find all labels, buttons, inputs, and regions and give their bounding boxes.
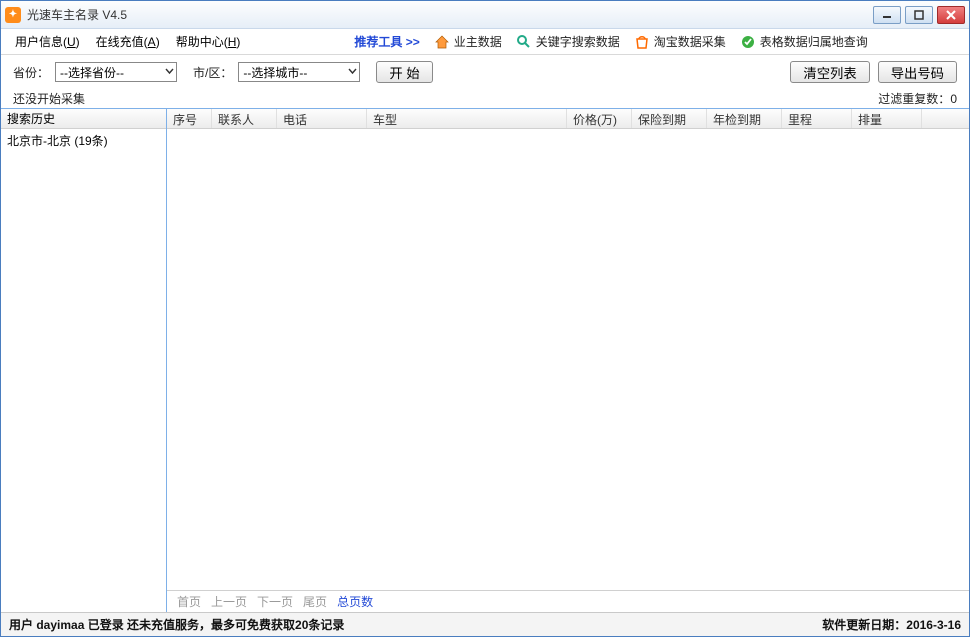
menu-help[interactable]: 帮助中心(H): [170, 30, 247, 53]
login-status-text: 用户 dayimaa 已登录 还未充值服务，最多可免费获取20条记录: [9, 616, 344, 633]
menubar: 用户信息(U) 在线充值(A) 帮助中心(H) 推荐工具 >> 业主数据 关键字…: [1, 29, 969, 55]
house-icon: [434, 34, 450, 50]
search-icon: [516, 34, 532, 50]
bottom-bar: 用户 dayimaa 已登录 还未充值服务，最多可免费获取20条记录 软件更新日…: [1, 612, 969, 636]
main-panel: 序号联系人电话车型价格(万)保险到期年检到期里程排量 首页 上一页 下一页 尾页…: [167, 109, 969, 612]
sheet-lookup-link[interactable]: 表格数据归属地查询: [740, 33, 868, 50]
grid-header: 序号联系人电话车型价格(万)保险到期年检到期里程排量: [167, 109, 969, 129]
province-label: 省份：: [13, 64, 49, 81]
window: ✦ 光速车主名录 V4.5 用户信息(U) 在线充值(A) 帮助中心(H) 推荐…: [0, 0, 970, 637]
column-header[interactable]: 里程: [782, 109, 852, 128]
content-area: 搜索历史 北京市-北京 (19条) 序号联系人电话车型价格(万)保险到期年检到期…: [1, 109, 969, 612]
clear-list-button[interactable]: 清空列表: [790, 61, 869, 83]
owner-data-link[interactable]: 业主数据: [434, 33, 502, 50]
column-header[interactable]: 年检到期: [707, 109, 782, 128]
menu-recharge[interactable]: 在线充值(A): [90, 30, 166, 53]
column-header[interactable]: 序号: [167, 109, 212, 128]
sidebar-item[interactable]: 北京市-北京 (19条): [1, 129, 166, 152]
grid-body: [167, 129, 969, 590]
app-icon: ✦: [5, 7, 21, 23]
menu-user-info[interactable]: 用户信息(U): [9, 30, 86, 53]
taobao-data-link[interactable]: 淘宝数据采集: [634, 33, 726, 50]
city-label: 市/区：: [193, 64, 232, 81]
export-numbers-button[interactable]: 导出号码: [878, 61, 957, 83]
window-controls: [873, 6, 965, 24]
dup-filter-text: 过滤重复数：0: [878, 90, 957, 107]
status-row: 还没开始采集 过滤重复数：0: [1, 89, 969, 109]
bag-icon: [634, 34, 650, 50]
search-history-list: 北京市-北京 (19条): [1, 129, 166, 612]
column-header[interactable]: 价格(万): [567, 109, 632, 128]
city-value: --选择城市--: [239, 64, 359, 81]
pager: 首页 上一页 下一页 尾页 总页数: [167, 590, 969, 612]
close-button[interactable]: [937, 6, 965, 24]
column-header[interactable]: 电话: [277, 109, 367, 128]
column-header[interactable]: 车型: [367, 109, 567, 128]
keyword-search-link[interactable]: 关键字搜索数据: [516, 33, 620, 50]
maximize-button[interactable]: [905, 6, 933, 24]
recommend-tools-link[interactable]: 推荐工具 >>: [354, 33, 419, 50]
sidebar-header: 搜索历史: [1, 109, 166, 129]
update-date-text: 软件更新日期：2016-3-16: [822, 616, 961, 633]
sheet-icon: [740, 34, 756, 50]
titlebar: ✦ 光速车主名录 V4.5: [1, 1, 969, 29]
column-header[interactable]: 保险到期: [632, 109, 707, 128]
chevron-down-icon: [348, 65, 357, 79]
window-title: 光速车主名录 V4.5: [27, 6, 873, 23]
pager-first[interactable]: 首页: [177, 593, 201, 610]
pager-prev[interactable]: 上一页: [211, 593, 247, 610]
start-button[interactable]: 开 始: [376, 61, 432, 83]
pager-total[interactable]: 总页数: [337, 593, 373, 610]
pager-last[interactable]: 尾页: [303, 593, 327, 610]
minimize-button[interactable]: [873, 6, 901, 24]
sidebar: 搜索历史 北京市-北京 (19条): [1, 109, 167, 612]
collect-status-text: 还没开始采集: [13, 90, 85, 107]
column-header[interactable]: 排量: [852, 109, 922, 128]
province-value: --选择省份--: [56, 64, 176, 81]
city-select[interactable]: --选择城市--: [238, 62, 360, 82]
column-header[interactable]: 联系人: [212, 109, 277, 128]
filter-bar: 省份： --选择省份-- 市/区： --选择城市-- 开 始 清空列表 导出号码: [1, 55, 969, 89]
chevron-down-icon: [165, 65, 174, 79]
toolbar-links: 推荐工具 >> 业主数据 关键字搜索数据 淘宝数据采集 表格数据归属地查询: [354, 33, 867, 50]
province-select[interactable]: --选择省份--: [55, 62, 177, 82]
pager-next[interactable]: 下一页: [257, 593, 293, 610]
